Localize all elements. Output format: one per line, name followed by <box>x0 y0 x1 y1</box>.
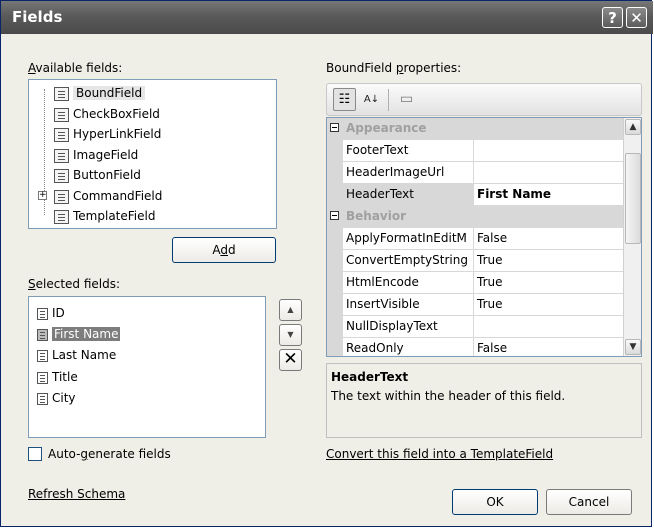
title-bar[interactable]: Fields ? ✕ <box>1 1 653 34</box>
property-row[interactable]: ApplyFormatInEditM False <box>327 228 623 250</box>
cancel-button[interactable]: Cancel <box>546 489 632 515</box>
property-row[interactable]: HtmlEncode True <box>327 272 623 294</box>
selected-fields-list[interactable]: ID First Name Last Name Title City <box>28 296 266 438</box>
field-icon <box>37 392 48 405</box>
property-grid-scrollbar[interactable]: ▲ ▼ <box>623 118 641 356</box>
property-row[interactable]: NullDisplayText <box>327 316 623 338</box>
boundfield-icon <box>54 86 69 101</box>
tree-item-imagefield[interactable]: ImageField <box>54 146 138 164</box>
imagefield-icon <box>54 148 69 163</box>
list-item-selected[interactable]: First Name <box>37 324 121 345</box>
list-item[interactable]: Last Name <box>37 345 116 366</box>
category-appearance[interactable]: Appearance <box>327 118 623 140</box>
property-row[interactable]: FooterText <box>327 140 623 162</box>
tree-item-boundfield[interactable]: BoundField <box>54 84 146 102</box>
checkboxfield-icon <box>54 107 69 122</box>
category-behavior[interactable]: Behavior <box>327 206 623 228</box>
collapse-icon[interactable] <box>330 123 339 132</box>
selected-fields-label: Selected fields: <box>28 277 121 291</box>
property-row-selected[interactable]: HeaderText First Name <box>327 184 623 206</box>
window-title: Fields <box>12 8 63 26</box>
tree-item-buttonfield[interactable]: ButtonField <box>54 166 141 184</box>
delete-button[interactable]: ✕ <box>279 349 302 371</box>
auto-generate-checkbox[interactable] <box>28 447 42 461</box>
list-item[interactable]: Title <box>37 367 78 388</box>
tree-item-commandfield[interactable]: CommandField <box>54 187 162 205</box>
convert-templatefield-link[interactable]: Convert this field into a TemplateField <box>326 447 553 461</box>
available-fields-tree[interactable]: BoundField CheckBoxField HyperLinkField … <box>28 79 277 229</box>
field-icon <box>37 349 48 362</box>
alphabetical-button[interactable]: A↓ <box>360 88 383 111</box>
move-up-button[interactable]: ▲ <box>279 299 302 321</box>
auto-generate-label[interactable]: Auto-generate fields <box>48 447 171 461</box>
refresh-schema-link[interactable]: Refresh Schema <box>28 487 125 501</box>
help-button[interactable]: ? <box>602 7 623 28</box>
properties-label: BoundField properties: <box>326 61 462 75</box>
hyperlinkfield-icon <box>54 127 69 142</box>
ok-button[interactable]: OK <box>452 489 538 515</box>
add-button[interactable]: Add <box>172 237 276 263</box>
list-item[interactable]: ID <box>37 303 65 324</box>
properties-toolbar: ☷ A↓ ▭ <box>326 83 642 116</box>
property-row[interactable]: HeaderImageUrl <box>327 162 623 184</box>
tree-item-hyperlinkfield[interactable]: HyperLinkField <box>54 125 161 143</box>
property-pages-button[interactable]: ▭ <box>395 88 418 111</box>
move-down-button[interactable]: ▼ <box>279 324 302 346</box>
categorized-button[interactable]: ☷ <box>333 88 356 111</box>
commandfield-icon <box>54 189 69 204</box>
buttonfield-icon <box>54 168 69 183</box>
description-panel: HeaderText The text within the header of… <box>326 363 642 438</box>
collapse-icon[interactable] <box>330 211 339 220</box>
property-row[interactable]: ConvertEmptyString True <box>327 250 623 272</box>
field-icon <box>37 371 48 384</box>
templatefield-icon <box>54 209 69 224</box>
close-button[interactable]: ✕ <box>626 7 647 28</box>
description-text: The text within the header of this field… <box>331 389 566 403</box>
tree-item-templatefield[interactable]: TemplateField <box>54 207 155 225</box>
property-row[interactable]: InsertVisible True <box>327 294 623 316</box>
expand-icon[interactable]: + <box>38 191 47 200</box>
scroll-down-icon[interactable]: ▼ <box>625 339 641 355</box>
fields-dialog: Fields ? ✕ Available fields: BoundField … <box>0 0 653 527</box>
property-row[interactable]: ReadOnly False <box>327 338 623 356</box>
list-item[interactable]: City <box>37 388 76 409</box>
description-title: HeaderText <box>331 370 409 384</box>
available-fields-label: Available fields: <box>28 61 123 75</box>
tree-item-checkboxfield[interactable]: CheckBoxField <box>54 105 160 123</box>
field-icon <box>37 328 48 341</box>
scroll-up-icon[interactable]: ▲ <box>625 119 641 135</box>
scroll-thumb[interactable] <box>625 153 641 244</box>
property-grid[interactable]: Appearance FooterText HeaderImageUrl Hea… <box>326 117 642 357</box>
field-icon <box>37 307 48 320</box>
